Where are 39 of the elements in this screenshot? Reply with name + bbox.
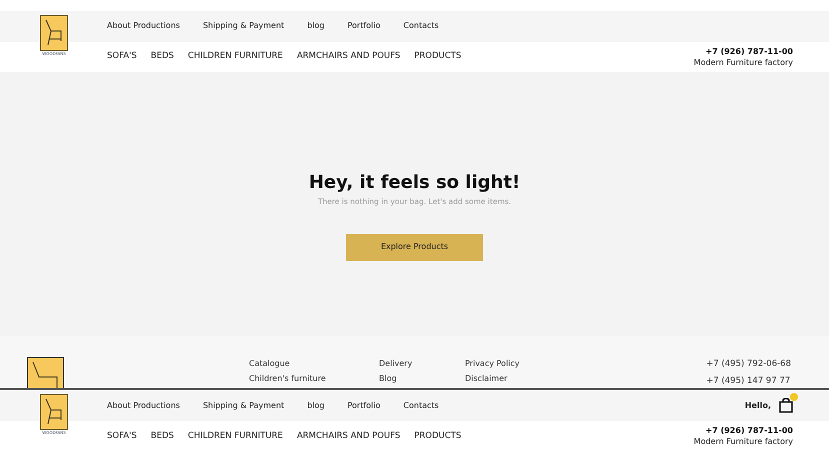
category-link[interactable]: PRODUCTS: [414, 430, 462, 442]
phone-number: +7 (926) 787-11-00: [706, 425, 793, 436]
phone-number: +7 (926) 787-11-00: [706, 46, 793, 57]
explore-products-button[interactable]: Explore Products: [346, 234, 483, 261]
category-link[interactable]: SOFA'S: [107, 50, 137, 64]
top-nav-link[interactable]: blog: [307, 20, 324, 32]
category-link[interactable]: ARMCHAIRS AND POUFS: [296, 430, 400, 442]
category-link[interactable]: PRODUCTS: [414, 50, 462, 64]
footer-link[interactable]: Catalogue: [249, 356, 379, 372]
top-nav-link[interactable]: Portfolio: [347, 400, 380, 412]
top-nav-link[interactable]: Contacts: [403, 20, 439, 32]
category-link[interactable]: CHILDREN FURNITURE: [188, 50, 283, 64]
footer-phone: +7 (495) 792-06-68: [706, 358, 791, 372]
chair-logo-icon: [40, 394, 68, 430]
top-nav-link[interactable]: blog: [307, 400, 324, 412]
top-nav-link[interactable]: About Productions: [107, 20, 180, 32]
category-link[interactable]: BEDS: [150, 430, 174, 442]
top-nav-link[interactable]: Shipping & Payment: [202, 400, 284, 412]
category-link[interactable]: CHILDREN FURNITURE: [188, 430, 283, 442]
chair-logo-icon: [27, 357, 64, 388]
shopping-bag-icon[interactable]: [779, 398, 793, 413]
footer-link[interactable]: Delivery: [379, 356, 465, 372]
tagline: Modern Furniture factory: [694, 436, 793, 447]
category-link[interactable]: BEDS: [150, 50, 174, 64]
footer-link[interactable]: Children's furniture: [249, 371, 379, 386]
footer-link[interactable]: Privacy Policy: [465, 356, 565, 372]
top-nav-link[interactable]: Contacts: [403, 400, 439, 412]
top-nav-link[interactable]: Portfolio: [347, 20, 380, 32]
greeting-text: Hello,: [744, 400, 771, 412]
tagline: Modern Furniture factory: [694, 56, 793, 68]
empty-bag-title: Hey, it feels so light!: [308, 170, 520, 195]
footer-link[interactable]: Disclaimer: [465, 371, 565, 386]
footer-phone: +7 (495) 147 97 77: [706, 375, 791, 388]
footer-link[interactable]: Blog: [379, 371, 465, 386]
category-link[interactable]: SOFA'S: [107, 430, 137, 442]
top-nav-link[interactable]: Shipping & Payment: [202, 20, 284, 32]
category-link[interactable]: ARMCHAIRS AND POUFS: [296, 50, 400, 64]
chair-logo-icon: [40, 14, 68, 51]
top-nav-link[interactable]: About Productions: [107, 400, 180, 412]
